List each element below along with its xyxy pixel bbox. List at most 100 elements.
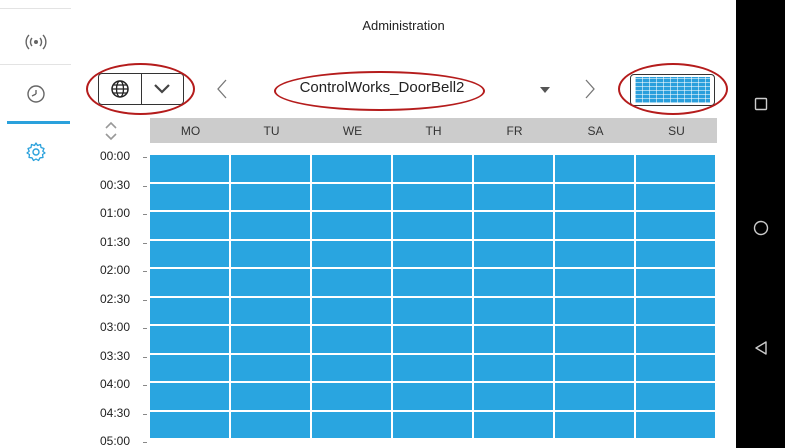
- schedule-cell-fr-0230[interactable]: [474, 297, 553, 324]
- day-header-su: SU: [668, 123, 685, 138]
- next-device-button[interactable]: [580, 76, 600, 102]
- schedule-cell-we-0030[interactable]: [312, 183, 391, 210]
- schedule-cell-su-0200[interactable]: [636, 269, 715, 296]
- schedule-cell-fr-0400[interactable]: [474, 383, 553, 410]
- schedule-cell-mo-0030[interactable]: [150, 183, 229, 210]
- time-label: 05:00: [100, 434, 131, 448]
- schedule-cell-mo-0330[interactable]: [150, 354, 229, 381]
- schedule-cell-th-0000[interactable]: [393, 155, 472, 182]
- schedule-cell-we-0130[interactable]: [312, 240, 391, 267]
- schedule-cell-th-0130[interactable]: [393, 240, 472, 267]
- schedule-cell-fr-0100[interactable]: [474, 212, 553, 239]
- schedule-cell-we-0400[interactable]: [312, 383, 391, 410]
- home-button[interactable]: [736, 208, 785, 248]
- schedule-cell-tu-0200[interactable]: [231, 269, 310, 296]
- schedule-cell-fr-0430[interactable]: [474, 411, 553, 438]
- sidebar-item-history[interactable]: [0, 74, 71, 114]
- schedule-cell-tu-0130[interactable]: [231, 240, 310, 267]
- schedule-cell-fr-0300[interactable]: [474, 326, 553, 353]
- schedule-cell-fr-0330[interactable]: [474, 354, 553, 381]
- schedule-cell-sa-0330[interactable]: [555, 354, 634, 381]
- home-circle-icon: [753, 220, 768, 236]
- schedule-cell-su-0230[interactable]: [636, 297, 715, 324]
- schedule-cell-we-0230[interactable]: [312, 297, 391, 324]
- schedule-cell-sa-0300[interactable]: [555, 326, 634, 353]
- schedule-cell-we-0100[interactable]: [312, 212, 391, 239]
- schedule-cell-su-0330[interactable]: [636, 354, 715, 381]
- annotation-circle: [86, 63, 195, 115]
- schedule-cell-mo-0230[interactable]: [150, 297, 229, 324]
- time-label: 01:00: [100, 206, 131, 220]
- day-header-th: TH: [425, 123, 442, 138]
- schedule-cell-th-0030[interactable]: [393, 183, 472, 210]
- time-label: 00:00: [100, 149, 131, 163]
- back-triangle-icon: [754, 341, 767, 355]
- time-tick: [143, 356, 147, 358]
- schedule-cell-tu-0400[interactable]: [231, 383, 310, 410]
- annotation-circle: [618, 63, 728, 115]
- schedule-cell-sa-0130[interactable]: [555, 240, 634, 267]
- schedule-cell-fr-0000[interactable]: [474, 155, 553, 182]
- schedule-cell-mo-0300[interactable]: [150, 326, 229, 353]
- schedule-cell-su-0030[interactable]: [636, 183, 715, 210]
- schedule-cell-su-0400[interactable]: [636, 383, 715, 410]
- schedule-cell-su-0130[interactable]: [636, 240, 715, 267]
- sidebar-divider: [0, 64, 71, 65]
- recents-square-icon: [754, 97, 767, 111]
- sidebar-item-live[interactable]: [0, 22, 71, 62]
- schedule-cell-mo-0430[interactable]: [150, 411, 229, 438]
- schedule-cell-tu-0430[interactable]: [231, 411, 310, 438]
- schedule-cell-mo-0200[interactable]: [150, 269, 229, 296]
- schedule-cell-th-0400[interactable]: [393, 383, 472, 410]
- schedule-cell-sa-0230[interactable]: [555, 297, 634, 324]
- sort-updown-icon[interactable]: [104, 120, 118, 142]
- device-dropdown[interactable]: [533, 82, 557, 98]
- schedule-cell-we-0200[interactable]: [312, 269, 391, 296]
- schedule-cell-mo-0400[interactable]: [150, 383, 229, 410]
- recents-button[interactable]: [736, 84, 785, 124]
- schedule-cell-mo-0100[interactable]: [150, 212, 229, 239]
- schedule-cell-we-0330[interactable]: [312, 354, 391, 381]
- schedule-cell-su-0000[interactable]: [636, 155, 715, 182]
- schedule-cell-th-0200[interactable]: [393, 269, 472, 296]
- schedule-cell-tu-0300[interactable]: [231, 326, 310, 353]
- back-button[interactable]: [736, 328, 785, 368]
- schedule-cell-sa-0100[interactable]: [555, 212, 634, 239]
- schedule-cell-su-0430[interactable]: [636, 411, 715, 438]
- schedule-cell-th-0230[interactable]: [393, 297, 472, 324]
- schedule-cell-tu-0230[interactable]: [231, 297, 310, 324]
- schedule-cell-we-0430[interactable]: [312, 411, 391, 438]
- time-tick: [143, 299, 147, 301]
- schedule-cell-mo-0130[interactable]: [150, 240, 229, 267]
- time-tick: [143, 242, 147, 244]
- schedule-cell-sa-0030[interactable]: [555, 183, 634, 210]
- schedule-cell-we-0300[interactable]: [312, 326, 391, 353]
- time-label: 01:30: [100, 234, 131, 249]
- schedule-cell-mo-0000[interactable]: [150, 155, 229, 182]
- schedule-cell-th-0330[interactable]: [393, 354, 472, 381]
- schedule-cell-tu-0100[interactable]: [231, 212, 310, 239]
- schedule-cell-sa-0430[interactable]: [555, 411, 634, 438]
- previous-device-button[interactable]: [212, 76, 232, 102]
- schedule-cell-fr-0030[interactable]: [474, 183, 553, 210]
- schedule-cell-fr-0200[interactable]: [474, 269, 553, 296]
- page-title: Administration: [362, 18, 445, 33]
- schedule-cell-tu-0030[interactable]: [231, 183, 310, 210]
- time-label: 04:00: [100, 377, 131, 391]
- schedule-cell-th-0430[interactable]: [393, 411, 472, 438]
- schedule-cell-sa-0200[interactable]: [555, 269, 634, 296]
- sidebar-item-settings[interactable]: [0, 132, 71, 172]
- schedule-cell-su-0300[interactable]: [636, 326, 715, 353]
- time-label: 03:30: [100, 348, 131, 363]
- time-tick: [143, 157, 147, 158]
- schedule-cell-sa-0400[interactable]: [555, 383, 634, 410]
- schedule-cell-we-0000[interactable]: [312, 155, 391, 182]
- schedule-cell-th-0100[interactable]: [393, 212, 472, 239]
- schedule-cell-fr-0130[interactable]: [474, 240, 553, 267]
- schedule-cell-tu-0330[interactable]: [231, 354, 310, 381]
- schedule-cell-su-0100[interactable]: [636, 212, 715, 239]
- schedule-cell-th-0300[interactable]: [393, 326, 472, 353]
- schedule-grid: [150, 155, 717, 440]
- schedule-cell-sa-0000[interactable]: [555, 155, 634, 182]
- schedule-cell-tu-0000[interactable]: [231, 155, 310, 182]
